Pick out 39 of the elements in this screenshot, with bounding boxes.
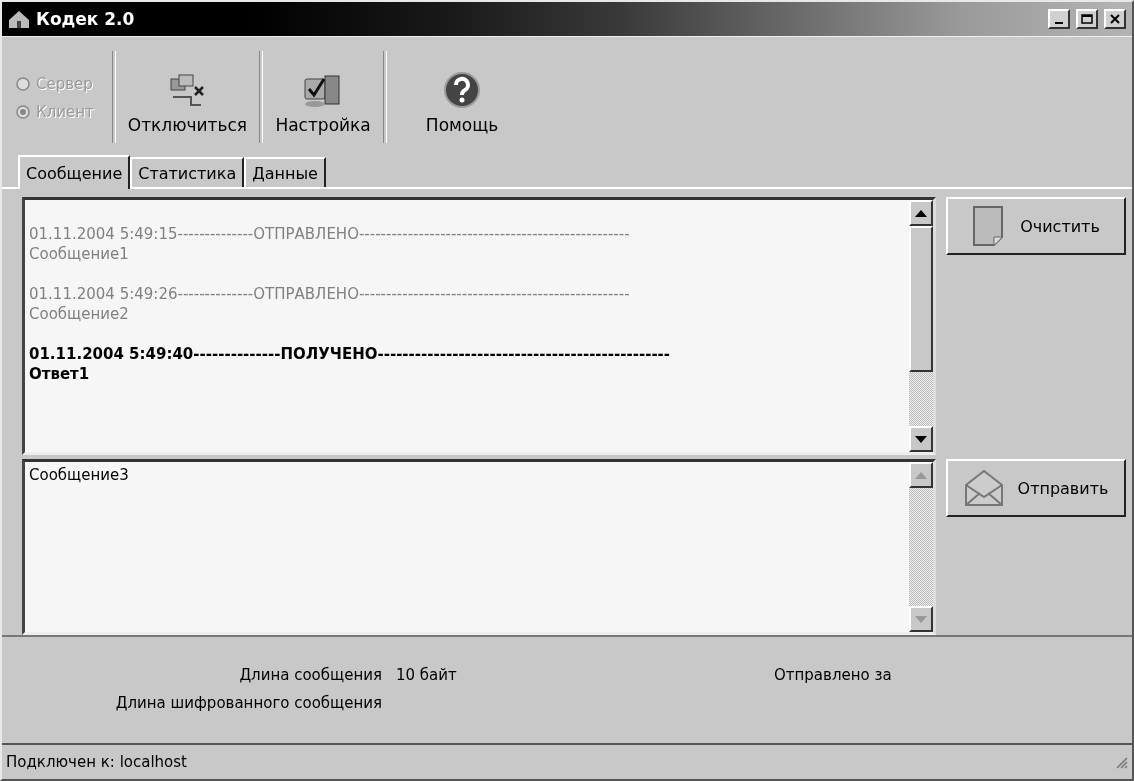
tab[interactable]: Сообщение: [18, 155, 131, 189]
send-button[interactable]: Отправить: [946, 459, 1126, 517]
clear-button[interactable]: Очистить: [946, 197, 1126, 255]
info-value: 10 байт: [396, 666, 458, 684]
log-header: 01.11.2004 5:49:15--------------ОТПРАВЛЕНО--------------------------------------------------: [29, 224, 631, 244]
down-arrow-icon: [915, 435, 927, 443]
down-arrow-icon: [915, 615, 927, 623]
input-text: Сообщение3: [29, 466, 129, 484]
tab[interactable]: Статистика: [130, 157, 245, 187]
log-header: 01.11.2004 5:49:26--------------ОТПРАВЛЕНО--------------------------------------------------: [29, 284, 631, 304]
log-header: 01.11.2004 5:49:40--------------ПОЛУЧЕНО-----------------------------------------------: [29, 344, 672, 364]
tab[interactable]: Данные: [244, 157, 326, 187]
info-label: Длина шифрованного сообщения: [114, 694, 382, 712]
maximize-icon: [1081, 14, 1093, 24]
status-text: Подключен к: localhost: [6, 753, 187, 771]
info-label: Отправлено за: [774, 666, 893, 684]
minimize-icon: [1055, 22, 1063, 24]
resize-grip-icon: [1114, 755, 1128, 769]
help-icon: [443, 71, 482, 109]
toolbar-button[interactable]: Помощь: [387, 45, 538, 151]
toolbar-button[interactable]: Настройка: [263, 45, 384, 151]
message-input[interactable]: Сообщение3: [22, 459, 936, 635]
info-label: Длина сообщения: [238, 666, 382, 684]
scrollbar-thumb[interactable]: [909, 226, 933, 372]
log-message: Ответ1: [29, 364, 91, 384]
minimize-button[interactable]: [1048, 9, 1070, 29]
log-message: Сообщение2: [29, 304, 130, 324]
scrollbar[interactable]: [909, 200, 933, 452]
maximize-button[interactable]: [1076, 9, 1098, 29]
close-icon: [1110, 14, 1120, 24]
toolbar-button[interactable]: Отключиться: [115, 45, 260, 151]
scrollbar[interactable]: [909, 462, 933, 632]
window-title: Кодек 2.0: [36, 9, 136, 29]
house-icon: [8, 9, 30, 29]
up-arrow-icon: [915, 209, 927, 217]
up-arrow-icon: [915, 471, 927, 479]
close-button[interactable]: [1104, 9, 1126, 29]
log-message: Сообщение1: [29, 244, 130, 264]
envelope-icon: [963, 469, 1004, 507]
